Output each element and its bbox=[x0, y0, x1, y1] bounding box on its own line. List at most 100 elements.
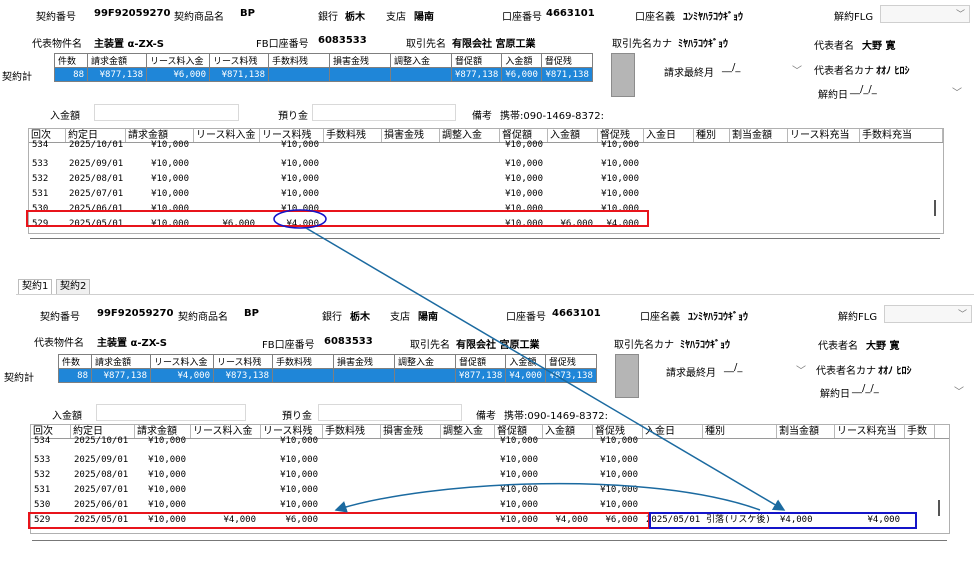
table-row[interactable]: 533 2025/09/01 ¥10,000 ¥10,000 ¥10,000 ¥10,00… bbox=[29, 158, 943, 171]
table-cell: ¥10,000 bbox=[280, 455, 318, 465]
table-cell bbox=[863, 173, 938, 186]
grid-scrollbar-thumb[interactable] bbox=[934, 200, 936, 216]
table-cell: ¥10,000 bbox=[148, 500, 186, 510]
table-cell: 2025/08/01 bbox=[74, 470, 129, 480]
table-row[interactable]: 529 2025/05/01 ¥10,000 ¥4,000 ¥6,000 ¥10,000 ¥… bbox=[31, 514, 949, 527]
table-cell: ¥10,000 bbox=[505, 159, 543, 169]
table-cell: ¥10,000 bbox=[148, 436, 186, 446]
cancel-date-input[interactable]: __/_/_ bbox=[850, 84, 877, 95]
table-cell bbox=[384, 454, 436, 467]
table-cell bbox=[697, 139, 725, 152]
chevron-down-icon[interactable]: ﹀ bbox=[792, 62, 802, 77]
table-cell bbox=[194, 469, 256, 482]
table-row[interactable]: 534 2025/10/01 ¥10,000 ¥10,000 ¥10,000 ¥10,00… bbox=[29, 139, 943, 152]
summary-value: ¥877,138 bbox=[91, 368, 151, 383]
partner-kana-label: 取引先名カナ bbox=[614, 340, 674, 351]
deposit-amount-input[interactable] bbox=[94, 104, 239, 121]
summary-header: リース料残 bbox=[209, 53, 269, 68]
table-cell bbox=[733, 158, 783, 171]
grid-hscroll[interactable] bbox=[32, 540, 947, 541]
table-cell bbox=[863, 218, 938, 231]
table-cell bbox=[733, 188, 783, 201]
tab-contract-2[interactable]: 契約2 bbox=[56, 279, 91, 294]
summary-header: 件数 bbox=[58, 354, 92, 369]
billing-last-month-input[interactable]: __/_ bbox=[724, 362, 742, 373]
deposit-held-input[interactable] bbox=[312, 104, 456, 121]
cancel-flg-select[interactable]: ﹀ bbox=[880, 5, 970, 23]
table-cell bbox=[838, 484, 900, 497]
table-cell bbox=[791, 139, 855, 152]
contract-no-label: 契約番号 bbox=[40, 312, 80, 323]
table-cell bbox=[551, 188, 593, 201]
table-cell bbox=[327, 139, 377, 152]
summary-value bbox=[390, 67, 452, 82]
table-row[interactable]: 530 2025/06/01 ¥10,000 ¥10,000 ¥10,000 ¥10,00… bbox=[31, 499, 949, 512]
table-cell bbox=[546, 499, 588, 512]
summary-value: ¥877,138 bbox=[450, 67, 503, 82]
chevron-down-icon[interactable]: ﹀ bbox=[952, 84, 962, 99]
table-row[interactable]: 533 2025/09/01 ¥10,000 ¥10,000 ¥10,000 ¥10,00… bbox=[31, 454, 949, 467]
table-row[interactable]: 530 2025/06/01 ¥10,000 ¥10,000 ¥10,000 ¥10,00… bbox=[29, 203, 943, 216]
summary-value bbox=[333, 368, 395, 383]
table-row[interactable]: 532 2025/08/01 ¥10,000 ¥10,000 ¥10,000 ¥10,00… bbox=[29, 173, 943, 186]
table-cell: 529 bbox=[34, 515, 51, 525]
table-cell bbox=[551, 139, 593, 152]
table-cell bbox=[326, 469, 376, 482]
table-cell: 2025/10/01 bbox=[74, 436, 129, 446]
chevron-down-icon[interactable]: ﹀ bbox=[796, 362, 806, 377]
table-cell bbox=[385, 139, 435, 152]
cancel-flg-select[interactable]: ﹀ bbox=[884, 305, 972, 323]
rep-name-label: 代表者名 bbox=[814, 41, 854, 52]
table-cell: ¥10,000 bbox=[500, 470, 538, 480]
table-cell bbox=[780, 499, 830, 512]
summary-header: 請求金額 bbox=[91, 354, 151, 369]
contract-no-value: 99F92059270 bbox=[94, 8, 171, 19]
summary-value bbox=[268, 67, 330, 82]
table-row[interactable]: 532 2025/08/01 ¥10,000 ¥10,000 ¥10,000 ¥10,00… bbox=[31, 469, 949, 482]
installment-grid[interactable]: 回次 約定日 請求金額 リース料入金 リース料残 手数料残 損害金残 調整入金 督促額 入金額 督促… bbox=[28, 128, 944, 234]
rep-name-value: 大野 寛 bbox=[862, 41, 896, 52]
table-cell bbox=[780, 484, 830, 497]
tab-contract-1[interactable]: 契約1 bbox=[18, 279, 53, 294]
deposit-amount-label: 入金額 bbox=[52, 411, 82, 422]
table-cell: ¥10,000 bbox=[600, 455, 638, 465]
summary-header: 督促額 bbox=[454, 354, 507, 369]
table-cell: 534 bbox=[32, 140, 49, 150]
table-cell bbox=[697, 173, 725, 186]
grid-scrollbar-thumb[interactable] bbox=[938, 500, 940, 516]
table-cell: ¥6,000 bbox=[285, 515, 318, 525]
summary-header: リース料入金 bbox=[146, 53, 210, 68]
table-cell: ¥10,000 bbox=[151, 189, 189, 199]
table-cell bbox=[551, 203, 593, 216]
table-cell bbox=[706, 435, 772, 448]
summary-table: 件数 請求金額 リース料入金 リース料残 手数料残 損害金残 調整入金 督促額 … bbox=[58, 354, 597, 383]
table-cell bbox=[780, 454, 830, 467]
summary-value-row: 88 ¥877,138 ¥6,000 ¥871,138 ¥877,138 ¥6,… bbox=[54, 67, 593, 82]
deposit-amount-input[interactable] bbox=[96, 404, 246, 421]
table-cell: 532 bbox=[34, 470, 51, 480]
table-cell: ¥10,000 bbox=[505, 219, 543, 229]
table-row[interactable]: 531 2025/07/01 ¥10,000 ¥10,000 ¥10,000 ¥10,00… bbox=[31, 484, 949, 497]
summary-value: ¥871,138 bbox=[209, 67, 269, 82]
table-cell: ¥10,000 bbox=[151, 204, 189, 214]
chevron-down-icon[interactable]: ﹀ bbox=[954, 383, 964, 398]
billing-last-month-input[interactable]: __/_ bbox=[722, 62, 740, 73]
remarks-label: 備考 bbox=[476, 411, 496, 422]
deposit-amount-label: 入金額 bbox=[50, 111, 80, 122]
grid-hscroll[interactable] bbox=[30, 238, 940, 239]
installment-grid[interactable]: 回次 約定日 請求金額 リース料入金 リース料残 手数料残 損害金残 調整入金 督促額 入金額 督促… bbox=[30, 424, 950, 534]
table-cell bbox=[908, 435, 930, 448]
table-cell bbox=[194, 435, 256, 448]
contract-panel-top: 契約番号 99F92059270 契約商品名 BP 銀行 栃木 支店 陽南 口座… bbox=[0, 0, 974, 250]
fb-account-value: 6083533 bbox=[324, 336, 373, 347]
table-row[interactable]: 534 2025/10/01 ¥10,000 ¥10,000 ¥10,000 ¥10,00… bbox=[31, 435, 949, 448]
table-cell bbox=[327, 188, 377, 201]
table-row[interactable]: 529 2025/05/01 ¥10,000 ¥6,000 ¥4,000 ¥10,000 ¥… bbox=[29, 218, 943, 231]
table-cell: ¥4,000 bbox=[606, 219, 639, 229]
cancel-date-input[interactable]: __/_/_ bbox=[852, 383, 879, 394]
table-cell: ¥10,000 bbox=[148, 455, 186, 465]
summary-header: 手数料残 bbox=[272, 354, 334, 369]
table-cell bbox=[863, 188, 938, 201]
deposit-held-input[interactable] bbox=[318, 404, 462, 421]
table-row[interactable]: 531 2025/07/01 ¥10,000 ¥10,000 ¥10,000 ¥10,00… bbox=[29, 188, 943, 201]
